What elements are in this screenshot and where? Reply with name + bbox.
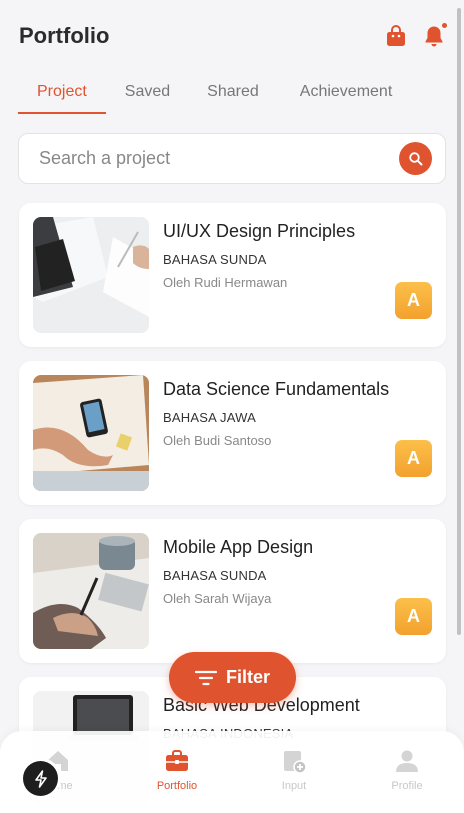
tab-project[interactable]: Project bbox=[18, 70, 106, 114]
grade-badge: A bbox=[395, 598, 432, 635]
notification-badge bbox=[440, 21, 449, 30]
project-title: UI/UX Design Principles bbox=[163, 221, 356, 241]
nav-input-label: Input bbox=[281, 780, 307, 792]
add-document-icon bbox=[281, 748, 307, 774]
page-title: Portfolio bbox=[19, 23, 110, 48]
bottom-navigation: Home Portfolio Input Profile bbox=[0, 731, 464, 813]
nav-input[interactable]: Input bbox=[254, 748, 334, 792]
filter-icon bbox=[194, 670, 217, 685]
quick-action-button[interactable] bbox=[23, 761, 58, 796]
nav-profile-label: Profile bbox=[391, 780, 423, 792]
nav-portfolio[interactable]: Portfolio bbox=[137, 748, 217, 792]
filter-button[interactable]: Filter bbox=[169, 652, 296, 703]
grade-badge: A bbox=[395, 440, 432, 477]
search-button[interactable] bbox=[399, 142, 432, 175]
project-language: BAHASA JAWA bbox=[163, 410, 256, 425]
header-actions bbox=[384, 21, 449, 48]
user-icon bbox=[394, 748, 420, 774]
project-card[interactable]: Data Science Fundamentals BAHASA JAWA Ol… bbox=[19, 361, 446, 505]
project-title: Mobile App Design bbox=[163, 537, 314, 557]
grade-badge: A bbox=[395, 282, 432, 319]
search-input[interactable] bbox=[39, 148, 399, 169]
shopping-bag-icon[interactable] bbox=[384, 24, 408, 48]
project-language: BAHASA SUNDA bbox=[163, 252, 267, 267]
app-header: Portfolio bbox=[0, 0, 464, 66]
filter-label: Filter bbox=[225, 667, 270, 687]
nav-profile[interactable]: Profile bbox=[367, 748, 447, 792]
project-card[interactable]: UI/UX Design Principles BAHASA SUNDA Ole… bbox=[19, 203, 446, 347]
portfolio-tabs: Project Saved Shared Achievement bbox=[18, 70, 446, 116]
project-author: Oleh Sarah Wijaya bbox=[163, 591, 272, 606]
tab-achievement[interactable]: Achievement bbox=[282, 70, 412, 114]
project-thumbnail bbox=[33, 533, 149, 649]
tab-saved[interactable]: Saved bbox=[106, 70, 188, 114]
project-thumbnail bbox=[33, 217, 149, 333]
project-author: Oleh Rudi Hermawan bbox=[163, 275, 288, 290]
project-author: Oleh Budi Santoso bbox=[163, 433, 272, 448]
tab-shared[interactable]: Shared bbox=[188, 70, 282, 114]
notification-bell-icon[interactable] bbox=[422, 21, 449, 48]
search-bar bbox=[18, 133, 446, 184]
project-card[interactable]: Mobile App Design BAHASA SUNDA Oleh Sara… bbox=[19, 519, 446, 663]
project-title: Data Science Fundamentals bbox=[163, 379, 390, 399]
project-language: BAHASA SUNDA bbox=[163, 568, 267, 583]
lightning-bolt-icon bbox=[34, 769, 47, 788]
nav-portfolio-label: Portfolio bbox=[156, 780, 198, 792]
project-thumbnail bbox=[33, 375, 149, 491]
briefcase-icon bbox=[164, 748, 190, 774]
scrollbar[interactable] bbox=[457, 8, 461, 635]
search-icon bbox=[408, 151, 422, 165]
